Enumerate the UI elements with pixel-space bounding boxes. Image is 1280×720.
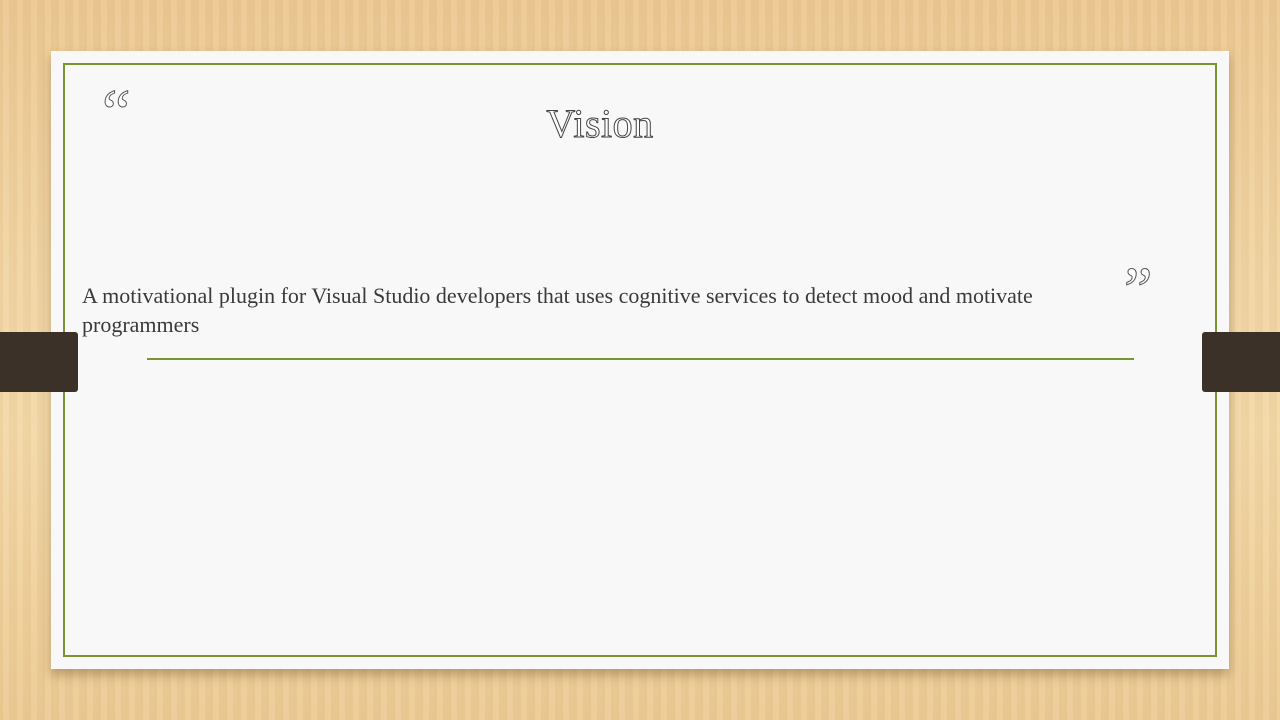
open-quote-icon: “: [101, 76, 131, 147]
right-tab-decoration: [1202, 332, 1280, 392]
slide-frame-border: [63, 63, 1217, 657]
divider-line: [147, 358, 1134, 360]
slide-title: Vision: [546, 101, 654, 147]
left-tab-decoration: [0, 332, 78, 392]
slide-body-text: A motivational plugin for Visual Studio …: [82, 283, 1033, 337]
close-quote-icon: ”: [1123, 254, 1153, 325]
